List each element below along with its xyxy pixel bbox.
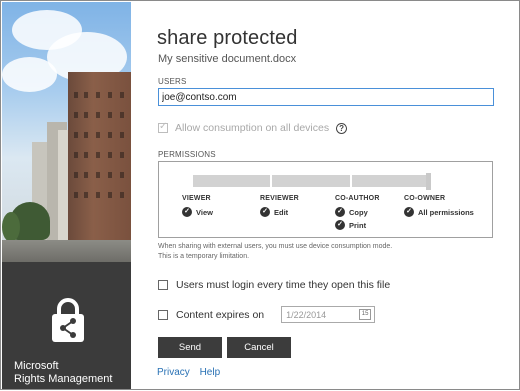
login-every-time-row: Users must login every time they open th… [158,279,390,291]
question-circle-icon[interactable]: ? [336,122,348,134]
share-protected-dialog: Microsoft Rights Management share protec… [0,0,520,390]
note-line-2: This is a temporary limitation. [158,253,250,260]
brand-box: Microsoft Rights Management [2,262,131,389]
building [58,130,68,250]
left-panel: Microsoft Rights Management [2,2,131,389]
permissions-label: PERMISSIONS [158,150,216,159]
level-reviewer[interactable]: REVIEWER ✓ Edit [260,195,299,217]
check-circle-icon: ✓ [260,207,270,217]
date-placeholder: 1/22/2014 [286,310,327,320]
brick-building [68,72,131,252]
brand-line-2: Rights Management [14,373,113,385]
users-input[interactable] [158,88,494,106]
check-circle-icon: ✓ [335,207,345,217]
slider-track-segment[interactable] [193,175,270,187]
slider-track-segment[interactable] [352,175,426,187]
content-expires-label: Content expires on [176,308,265,321]
lock-share-icon [52,298,84,342]
permission-item: ✓ View [182,207,213,217]
permission-item: ✓ Edit [260,207,299,217]
help-link[interactable]: Help [200,367,221,378]
content-expires-row: Content expires on 1/22/2014 15 [158,306,376,323]
street [2,240,131,262]
brand-line-1: Microsoft [14,360,59,372]
permission-label: View [196,207,213,217]
file-name: My sensitive document.docx [158,53,297,65]
permission-label: Print [349,220,367,230]
check-circle-icon: ✓ [182,207,192,217]
send-button[interactable]: Send [158,337,222,358]
note-line-1: When sharing with external users, you mu… [158,243,393,250]
privacy-link[interactable]: Privacy [157,367,190,378]
content-expires-checkbox[interactable] [158,309,168,320]
allow-devices-label: Allow consumption on all devices [175,122,330,134]
level-co-owner[interactable]: CO-OWNER ✓ All permissions [404,195,474,217]
external-users-note: When sharing with external users, you mu… [158,242,392,262]
check-circle-icon: ✓ [404,207,414,217]
tree [2,212,20,242]
permission-label: Copy [349,207,368,217]
level-viewer[interactable]: VIEWER ✓ View [182,195,213,217]
permission-label: All permissions [418,207,474,217]
slider-handle[interactable] [426,173,431,190]
cloud [2,57,57,92]
level-name: CO-AUTHOR [335,195,380,202]
permission-item: ✓ All permissions [404,207,474,217]
login-every-time-checkbox[interactable] [158,280,168,290]
footer-links: Privacy Help [157,367,227,378]
level-name: CO-OWNER [404,195,446,202]
slider-track-segment[interactable] [272,175,350,187]
users-label: USERS [158,77,187,86]
level-name: VIEWER [182,195,211,202]
permission-item: ✓ Print [335,220,380,230]
level-co-author[interactable]: CO-AUTHOR ✓ Copy ✓ Print [335,195,380,230]
cancel-button[interactable]: Cancel [227,337,291,358]
expiry-date-input[interactable]: 1/22/2014 15 [281,306,376,323]
permission-item: ✓ Copy [335,207,380,217]
brand-name: Microsoft Rights Management [14,360,112,386]
permissions-slider[interactable]: VIEWER ✓ View REVIEWER ✓ Edit CO-AUTHOR … [158,161,493,238]
allow-devices-row: Allow consumption on all devices ? [158,121,348,135]
login-every-time-label: Users must login every time they open th… [176,279,391,291]
level-name: REVIEWER [260,195,299,202]
dialog-title: share protected [157,27,298,49]
right-panel: share protected My sensitive document.do… [131,1,520,391]
city-street-photo [2,2,131,262]
allow-devices-checkbox[interactable] [158,121,168,133]
check-circle-icon: ✓ [335,220,345,230]
permission-label: Edit [274,207,289,217]
calendar-icon[interactable]: 15 [359,309,372,320]
